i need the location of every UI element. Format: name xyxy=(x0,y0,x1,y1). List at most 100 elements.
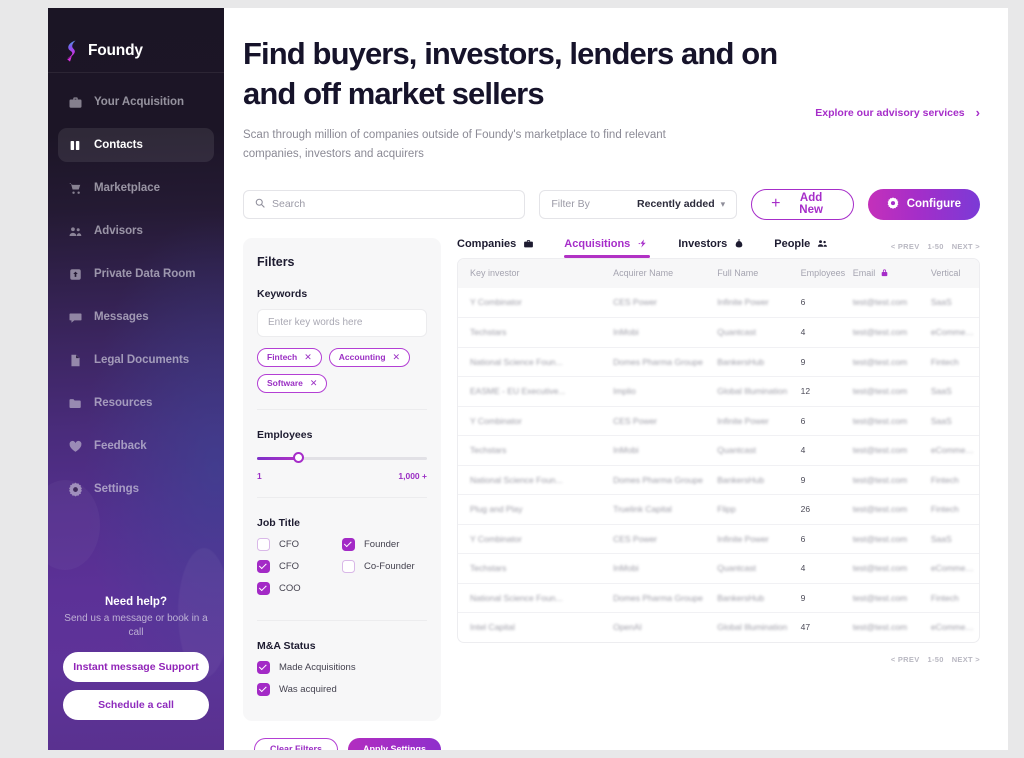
filter-by-value: Recently added xyxy=(637,198,715,211)
tab-label: People xyxy=(774,237,811,250)
table-row[interactable]: Y Combinator CES Power Infinite Power 6 test… xyxy=(458,405,979,436)
column-header[interactable]: Vertical xyxy=(927,268,979,278)
table-cell: test@test.com xyxy=(852,622,908,633)
prev-page-top[interactable]: < PREV xyxy=(891,242,920,251)
table-cell: 9 xyxy=(800,474,806,485)
column-header-label: Acquirer Name xyxy=(613,268,674,279)
column-header-label: Full Name xyxy=(717,268,759,279)
table-row[interactable]: Techstars InMobi Quantcast 4 test@test.com eC… xyxy=(458,553,979,583)
sidebar-item-contacts[interactable]: Contacts xyxy=(58,128,214,162)
job-title-option[interactable]: Founder xyxy=(342,537,427,551)
job-title-option[interactable]: CFO xyxy=(257,559,342,573)
sidebar-item-marketplace[interactable]: Marketplace xyxy=(58,171,214,205)
brand-logo[interactable]: Foundy xyxy=(48,8,224,70)
advisory-services-link[interactable]: Explore our advisory services › xyxy=(815,105,980,120)
checkbox[interactable] xyxy=(342,537,355,551)
sidebar-item-private-data-room[interactable]: Private Data Room xyxy=(58,257,214,291)
checkbox[interactable] xyxy=(257,682,270,696)
table-row[interactable]: Plug and Play Truelink Capital Flipp 26 test… xyxy=(458,494,979,524)
job-title-option[interactable]: Co-Founder xyxy=(342,559,427,573)
table-row[interactable]: National Science Foun... Domes Pharma Gro… xyxy=(458,464,979,495)
checkbox-label: CFO xyxy=(279,560,300,572)
instant-message-support-button[interactable]: Instant message Support xyxy=(63,652,209,682)
table-cell: SaaS xyxy=(930,533,952,544)
apply-settings-button[interactable]: Apply Settings xyxy=(347,737,441,750)
page-subtitle: Scan through million of companies outsid… xyxy=(243,129,666,160)
column-header[interactable]: Email xyxy=(849,268,927,279)
table-cell: Fintech xyxy=(930,504,959,515)
next-page-bottom[interactable]: NEXT > xyxy=(952,655,980,664)
filters-divider-1 xyxy=(257,408,427,410)
sidebar-item-feedback[interactable]: Feedback xyxy=(58,429,214,463)
filter-by-dropdown[interactable]: Filter By Recently added ▾ xyxy=(539,189,738,219)
checkbox[interactable] xyxy=(257,660,270,674)
sidebar-item-label: Legal Documents xyxy=(94,354,190,366)
next-page-top[interactable]: NEXT > xyxy=(952,242,980,251)
ma-status-option[interactable]: Made Acquisitions xyxy=(257,660,427,674)
ma-status-option[interactable]: Was acquired xyxy=(257,682,427,696)
prev-page-bottom[interactable]: < PREV xyxy=(891,655,920,664)
clear-filters-button[interactable]: Clear Filters xyxy=(253,737,338,750)
table-cell: eCommerce xyxy=(930,445,978,456)
checkbox[interactable] xyxy=(257,537,270,551)
keywords-input[interactable] xyxy=(257,308,427,337)
slider-knob[interactable] xyxy=(292,451,304,463)
tab-acquisitions[interactable]: Acquisitions xyxy=(564,238,664,258)
table-cell: Plug and Play xyxy=(470,504,523,515)
keyword-chip[interactable]: Software ✕ xyxy=(257,373,328,393)
table-header-row: Key investor Acquirer Name Full Name Employ… xyxy=(458,258,979,288)
sidebar-item-resources[interactable]: Resources xyxy=(58,386,214,420)
lock-icon xyxy=(880,268,889,279)
table-cell: Intel Capital xyxy=(470,622,515,633)
table-cell: 6 xyxy=(800,297,806,308)
table-cell: Global Illumination xyxy=(717,622,788,633)
table-row[interactable]: National Science Foun... Domes Pharma Gro… xyxy=(458,582,979,613)
add-new-button[interactable]: + Add New xyxy=(751,188,854,220)
tab-companies[interactable]: Companies xyxy=(457,238,550,258)
tab-investors[interactable]: Investors xyxy=(678,238,760,258)
table-cell: SaaS xyxy=(930,415,952,426)
plus-icon: + xyxy=(771,195,781,213)
sidebar-item-messages[interactable]: Messages xyxy=(58,300,214,334)
app-window: Foundy Your Acquisition Contacts Marketpla… xyxy=(48,8,1008,750)
table-row[interactable]: National Science Foun... Domes Pharma Gro… xyxy=(458,346,979,377)
close-icon[interactable]: ✕ xyxy=(304,352,312,363)
employees-min-value: 1 xyxy=(257,470,262,481)
column-header[interactable]: Key investor xyxy=(458,268,609,278)
schedule-a-call-button[interactable]: Schedule a call xyxy=(63,690,209,720)
ma-status-checkboxes: Made Acquisitions Was acquired xyxy=(257,660,427,696)
search-input[interactable] xyxy=(272,198,514,211)
keyword-chip[interactable]: Fintech ✕ xyxy=(257,347,322,367)
table-row[interactable]: Y Combinator CES Power Infinite Power 6 test… xyxy=(458,523,979,554)
table-cell: test@test.com xyxy=(852,563,908,574)
tab-people[interactable]: People xyxy=(774,238,844,258)
job-title-option[interactable]: CFO xyxy=(257,537,342,551)
sidebar-item-advisors[interactable]: Advisors xyxy=(58,214,214,248)
table-cell: test@test.com xyxy=(852,474,908,485)
sidebar-nav: Your Acquisition Contacts Marketplace Advis… xyxy=(48,85,224,506)
column-header[interactable]: Employees xyxy=(797,268,849,278)
checkbox[interactable] xyxy=(257,559,270,573)
search-box[interactable] xyxy=(243,189,526,219)
table-row[interactable]: Intel Capital OpenAI Global Illumination 47… xyxy=(458,612,979,642)
employees-slider[interactable] xyxy=(257,451,427,464)
close-icon[interactable]: ✕ xyxy=(310,378,318,389)
checkbox[interactable] xyxy=(257,581,270,595)
configure-button[interactable]: Configure xyxy=(867,188,980,220)
sidebar-item-your-acquisition[interactable]: Your Acquisition xyxy=(58,85,214,119)
checkbox[interactable] xyxy=(342,559,355,573)
sidebar-divider xyxy=(48,72,224,73)
column-header[interactable]: Full Name xyxy=(713,268,796,278)
heart-icon xyxy=(68,439,83,454)
sidebar-item-legal-documents[interactable]: Legal Documents xyxy=(58,343,214,377)
table-cell: 26 xyxy=(800,504,811,515)
table-row[interactable]: Techstars InMobi Quantcast 4 test@test.com eC… xyxy=(458,435,979,465)
table-row[interactable]: EASME - EU Executive... Implio Global Illu… xyxy=(458,376,979,406)
keyword-chip[interactable]: Accounting ✕ xyxy=(328,347,411,367)
close-icon[interactable]: ✕ xyxy=(393,352,401,363)
column-header[interactable]: Acquirer Name xyxy=(609,268,713,278)
table-row[interactable]: Techstars InMobi Quantcast 4 test@test.com eC… xyxy=(458,317,979,347)
table-cell: eCommerce xyxy=(930,563,978,574)
table-row[interactable]: Y Combinator CES Power Infinite Power 6 test… xyxy=(458,288,979,318)
job-title-option[interactable]: COO xyxy=(257,581,342,595)
